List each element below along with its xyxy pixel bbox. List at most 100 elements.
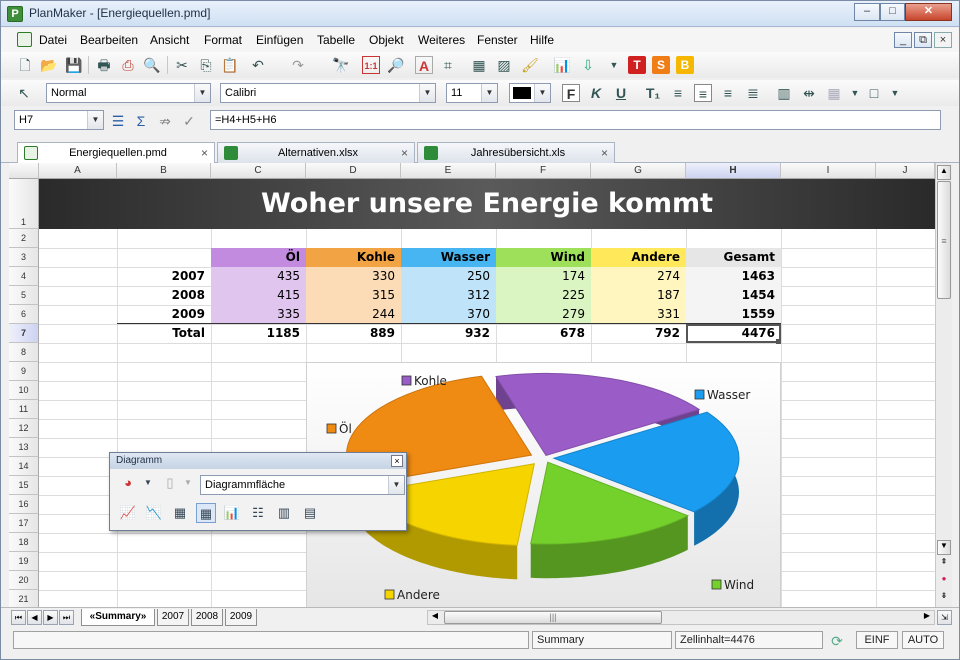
row-label[interactable]: 2008 [117,286,211,305]
cell-value[interactable]: 312 [401,286,496,305]
scroll-left-icon[interactable]: ◀ [428,611,442,624]
column-header[interactable]: D [306,163,401,179]
row-header[interactable]: 14 [9,457,39,476]
scroll-thumb[interactable]: ≡ [937,181,951,299]
insert-text-frame-icon[interactable]: A [415,56,433,74]
cell-value[interactable]: 174 [496,267,591,286]
cell-value[interactable]: 244 [306,305,401,324]
cell-value[interactable]: 370 [401,305,496,324]
next-sheet-icon[interactable]: ▶ [43,610,58,625]
row-header[interactable]: 11 [9,400,39,419]
chevron-down-icon[interactable]: ▼ [138,473,158,493]
doc-restore-button[interactable]: ⧉ [914,32,932,48]
column-header[interactable]: I [781,163,876,179]
data-table-icon[interactable]: ▦ [170,503,190,523]
series-rows-icon[interactable]: ▥ [274,503,294,523]
header-oel[interactable]: Öl [211,248,306,267]
tab-energiequellen[interactable]: Energiequellen.pmd × [17,142,215,164]
vertical-scrollbar[interactable]: ▲ ≡ ▼ ⇞ ● ⇟ [935,163,952,607]
redo-icon[interactable]: ↷ [289,56,307,74]
horizontal-scroll-thumb[interactable]: ||| [444,611,662,624]
column-header[interactable]: C [211,163,306,179]
row-header[interactable]: 20 [9,571,39,590]
underline-icon[interactable]: U [612,84,630,102]
cell-value[interactable]: 274 [591,267,686,286]
undo-icon[interactable]: ↶ [249,56,267,74]
page-up-icon[interactable]: ⇞ [937,557,951,571]
total-value[interactable]: 792 [591,324,686,343]
scroll-right-icon[interactable]: ▶ [920,611,934,624]
menu-einfuegen[interactable]: Einfügen [256,33,303,47]
row-header-selected[interactable]: 7 [9,324,39,343]
close-tab-icon[interactable]: × [401,143,408,163]
row-header[interactable]: 16 [9,495,39,514]
list-icon[interactable]: ☰ [109,112,127,130]
chart-properties-icon[interactable]: 📈 [118,503,138,523]
new-document-icon[interactable]: 🗋 [16,56,34,74]
chevron-down-icon[interactable]: ▼ [178,473,198,493]
cell-value[interactable]: 187 [591,286,686,305]
row-header[interactable]: 10 [9,381,39,400]
basicmaker-icon[interactable]: B [676,56,694,74]
doc-minimize-button[interactable]: _ [894,32,912,48]
menu-objekt[interactable]: Objekt [369,33,404,47]
header-gesamt[interactable]: Gesamt [686,248,781,267]
last-sheet-icon[interactable]: ⏭ [59,610,74,625]
row-header[interactable]: 12 [9,419,39,438]
paste-icon[interactable]: 📋 [221,56,239,74]
header-wasser[interactable]: Wasser [401,248,496,267]
chart-type-icon[interactable]: ◕ [118,473,138,493]
horizontal-scrollbar[interactable]: ◀ ||| ▶ [427,610,935,625]
shading-icon[interactable]: ▨ [495,56,513,74]
column-header[interactable]: J [876,163,935,179]
prev-sheet-icon[interactable]: ◀ [27,610,42,625]
cell-reference-box[interactable]: H7 ▼ [14,110,104,130]
print-preview-icon[interactable]: 🔍 [143,56,161,74]
zoom-100-icon[interactable]: 1:1 [362,56,380,74]
font-color-select[interactable]: ▼ [509,83,551,103]
italic-icon[interactable]: K [587,84,605,102]
confirm-input-icon[interactable]: ✓ [180,112,198,130]
close-tab-icon[interactable]: × [601,143,608,163]
chart-icon[interactable]: 📊 [553,56,571,74]
formula-input[interactable]: =H4+H5+H6 [210,110,941,130]
row-header[interactable]: 3 [9,248,39,267]
menu-weiteres[interactable]: Weiteres [418,33,465,47]
insert-frame-icon[interactable]: ⌗ [439,56,457,74]
total-value[interactable]: 678 [496,324,591,343]
cell-value[interactable]: 415 [211,286,306,305]
border-style-icon[interactable]: ▦ [825,84,843,102]
column-header-selected[interactable]: H [686,163,781,179]
cell-value[interactable]: 315 [306,286,401,305]
fill-color-icon[interactable]: □ [865,84,883,102]
format-painter-icon[interactable]: 🖌 [521,56,539,74]
chevron-down-icon[interactable]: ▼ [886,84,904,102]
column-header[interactable]: F [496,163,591,179]
row-label[interactable]: 2007 [117,267,211,286]
sheet-tab-summary[interactable]: «Summary» [81,609,155,626]
chart-element-properties-icon[interactable]: 📉 [144,503,164,523]
cell-value[interactable]: 250 [401,267,496,286]
sheet-tab-2007[interactable]: 2007 [157,609,189,626]
first-sheet-icon[interactable]: ⏮ [11,610,26,625]
row-header[interactable]: 21 [9,590,39,607]
cell-value[interactable]: 330 [306,267,401,286]
row-header[interactable]: 5 [9,286,39,305]
selected-cell-h7[interactable]: 4476 [686,324,781,343]
tab-alternativen[interactable]: Alternativen.xlsx × [217,142,415,163]
close-button[interactable]: ✕ [905,3,952,21]
select-arrow-icon[interactable]: ↖ [15,84,33,102]
row-header[interactable]: 19 [9,552,39,571]
select-all-corner[interactable] [9,163,39,179]
merge-cells-icon[interactable]: ▥ [775,84,793,102]
doc-close-button[interactable]: × [934,32,952,48]
align-center-icon[interactable]: ≡ [719,84,737,102]
textmaker-icon[interactable]: T [628,56,646,74]
cell-value[interactable]: 331 [591,305,686,324]
cell-value[interactable]: 279 [496,305,591,324]
menu-tabelle[interactable]: Tabelle [317,33,355,47]
column-header[interactable]: A [39,163,117,179]
series-order-icon[interactable]: ▯ [160,473,180,493]
row-header[interactable]: 4 [9,267,39,286]
cell-total[interactable]: 1454 [686,286,781,305]
